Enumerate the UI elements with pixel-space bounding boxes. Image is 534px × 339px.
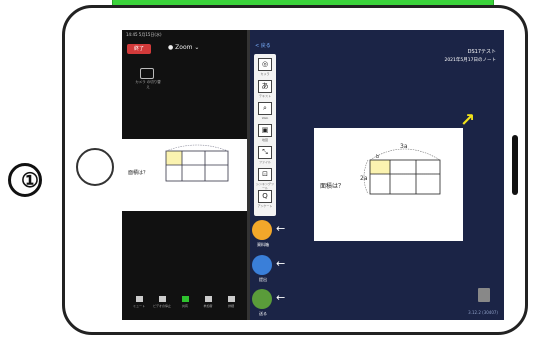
arrow-left-icon: ← (276, 291, 286, 304)
submit-label: 提出 (259, 277, 267, 282)
trash-icon[interactable] (478, 288, 490, 302)
shared-screen: 面積は？ (122, 139, 247, 211)
zoom-title-text: Zoom (175, 44, 193, 51)
more-button[interactable]: 詳細 (222, 296, 240, 308)
camera-switch-icon[interactable] (140, 68, 154, 79)
zoom-toolbar: ミュート ビデオの停止 共有 参加者 詳細 (122, 292, 247, 320)
side-button[interactable] (512, 135, 518, 195)
arrow-left-icon: ← (276, 222, 286, 235)
note-dim-side: 2a (360, 175, 368, 182)
tool-survey[interactable]: Q アンケート (256, 190, 274, 208)
tool-web-label: Web (261, 116, 269, 120)
zoom-pane: 14:45 5月15日(水) 終了 ● Zoom ⌄ カメラ の切り替え 面積は… (122, 30, 247, 320)
share-icon (181, 296, 189, 302)
mic-icon (135, 296, 143, 302)
send-icon (252, 289, 272, 309)
exit-button[interactable]: 終了 (127, 44, 151, 54)
note-card[interactable]: 3a b 2a 面積は？ (314, 128, 463, 241)
web-search-icon: ⌕ (258, 102, 272, 115)
share-label: 共有 (181, 304, 188, 308)
home-button[interactable] (76, 148, 114, 186)
camera-switch-label: カメラ の切り替え (135, 80, 161, 89)
video-icon (158, 296, 166, 302)
file-icon: ⤡ (258, 146, 272, 159)
tool-survey-label: アンケート (257, 204, 273, 208)
submit-icon (252, 255, 272, 275)
back-button[interactable]: < 戻る (255, 42, 271, 49)
back-label: 戻る (260, 43, 271, 49)
tool-map-label: 地図 (261, 138, 268, 142)
camera-icon: ◎ (258, 58, 272, 71)
thinking-tool-icon: ⊡ (258, 168, 272, 181)
step-marker: ① (8, 163, 42, 197)
shared-diagram: 面積は？ (128, 144, 229, 182)
participants-button[interactable]: 参加者 (199, 296, 217, 308)
participants-label: 参加者 (203, 304, 213, 308)
step-marker-label: ① (21, 168, 39, 192)
tool-thinking-label: シンキングツール (256, 182, 274, 190)
tool-file-label: ファイル (258, 160, 271, 164)
mute-button[interactable]: ミュート (130, 296, 148, 308)
share-button[interactable]: 共有 (176, 296, 194, 308)
version-label: 3.12.2 (30407) (468, 310, 498, 315)
note-question: 面積は？ (320, 182, 344, 190)
survey-icon: Q (258, 190, 272, 203)
arrow-left-icon: ← (276, 257, 286, 270)
video-label: ビデオの停止 (153, 304, 172, 308)
status-time: 14:45 5月15日(水) (126, 32, 162, 37)
note-diagram: 3a b 2a 面積は？ (320, 143, 441, 195)
tool-camera-label: カメラ (260, 72, 270, 76)
note-dim-small: b (376, 154, 379, 160)
tool-map[interactable]: ▣ 地図 (256, 124, 274, 142)
participants-icon (204, 296, 212, 302)
more-icon (227, 296, 235, 302)
more-label: 詳細 (227, 304, 234, 308)
text-icon: あ (258, 80, 272, 93)
video-button[interactable]: ビデオの停止 (153, 296, 171, 308)
notebook-app-pane: < 戻る DS17テスト 2021年5月17日のノート ◎ カメラ あテキスト ⌕… (250, 30, 504, 320)
share-question: 面積は？ (128, 169, 148, 176)
note-dim-top: 3a (400, 143, 408, 150)
tool-web[interactable]: ⌕ Web (256, 102, 274, 120)
map-icon: ▣ (258, 124, 272, 137)
materials-box-icon (252, 220, 272, 240)
tool-text[interactable]: あテキスト (256, 80, 274, 98)
tool-file[interactable]: ⤡ ファイル (256, 146, 274, 164)
tool-camera[interactable]: ◎ カメラ (256, 58, 274, 76)
expand-arrow-icon: ↗ (460, 110, 476, 131)
materials-box-label: 資料箱 (257, 242, 269, 247)
tool-text-label: テキスト (259, 94, 271, 98)
zoom-title[interactable]: ● Zoom ⌄ (168, 44, 199, 51)
tool-palette: ◎ カメラ あテキスト ⌕ Web ▣ 地図 ⤡ ファイル ⊡ シンキングツール Q アンケ… (254, 54, 276, 216)
tablet-screen: 14:45 5月15日(水) 終了 ● Zoom ⌄ カメラ の切り替え 面積は… (122, 30, 504, 320)
send-label: 送る (259, 311, 267, 316)
document-subtitle: 2021年5月17日のノート (444, 58, 496, 63)
tool-thinking[interactable]: ⊡ シンキングツール (256, 168, 274, 190)
mute-label: ミュート (132, 304, 145, 308)
document-title: DS17テスト (467, 49, 496, 55)
